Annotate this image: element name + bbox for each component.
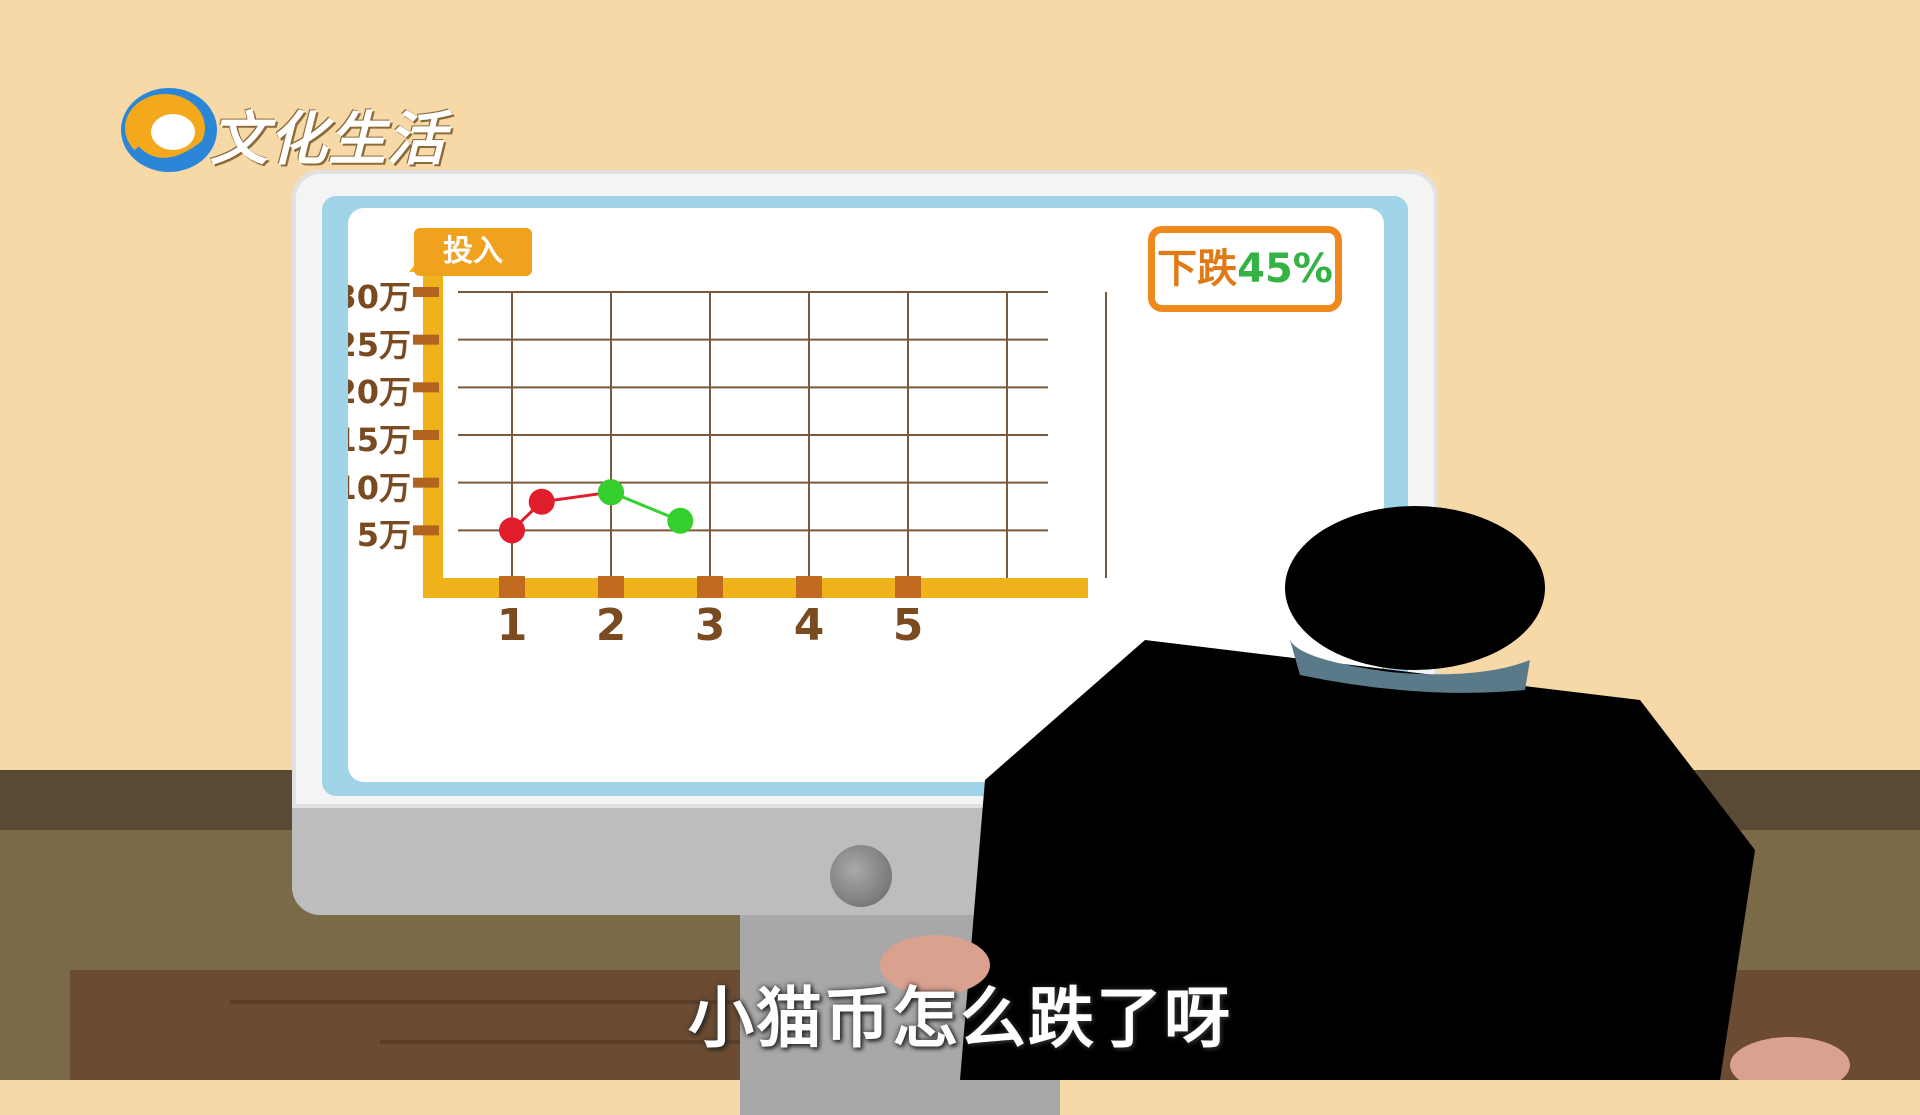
y-tick-mark	[413, 334, 439, 345]
y-tick-label: 15万	[348, 421, 411, 459]
y-tick-mark	[413, 525, 439, 536]
y-tick-mark	[413, 382, 439, 393]
data-point	[499, 517, 525, 544]
subtitle: 小猫币怎么跌了呀	[688, 980, 1232, 1057]
monitor-screen: 投入 下跌45% 5万 10万 15万 20万 25万 30万 1 2 3 4 5	[348, 208, 1384, 782]
drop-badge-label: 下跌	[1157, 246, 1238, 292]
x-tick-mark	[796, 576, 822, 598]
power-button-icon	[830, 845, 892, 907]
y-tick-label: 5万	[356, 516, 411, 555]
logo-mark-icon	[121, 88, 217, 172]
x-tick-mark	[895, 576, 921, 598]
y-tick-mark	[413, 430, 439, 440]
data-point	[528, 488, 555, 515]
logo-text: 文化生活	[210, 105, 447, 173]
monitor: 投入 下跌45% 5万 10万 15万 20万 25万 30万 1 2 3 4 5	[292, 170, 1438, 1115]
y-tick-label: 25万	[348, 325, 411, 364]
x-tick-label: 1	[496, 600, 528, 651]
x-tick-mark	[697, 576, 723, 598]
y-tick-mark	[413, 477, 439, 488]
x-tick-mark	[499, 576, 525, 598]
y-tick-label: 20万	[348, 373, 411, 412]
series-line	[510, 490, 612, 532]
drop-badge: 下跌45%	[1148, 226, 1342, 312]
side-arrow-icon	[1378, 655, 1384, 671]
x-tick-label: 4	[793, 600, 825, 651]
y-tick-label: 10万	[348, 468, 411, 507]
data-point	[667, 507, 694, 534]
x-tick-label: 2	[595, 600, 627, 651]
y-tick-label: 30万	[348, 278, 411, 316]
x-tick-label: 5	[892, 600, 924, 651]
x-tick-mark	[598, 576, 624, 598]
x-tick-label: 3	[694, 600, 726, 651]
drop-badge-value: 45%	[1237, 246, 1333, 292]
y-tick-mark	[413, 287, 439, 297]
data-point	[598, 479, 624, 506]
y-axis-title: 投入	[414, 228, 532, 276]
